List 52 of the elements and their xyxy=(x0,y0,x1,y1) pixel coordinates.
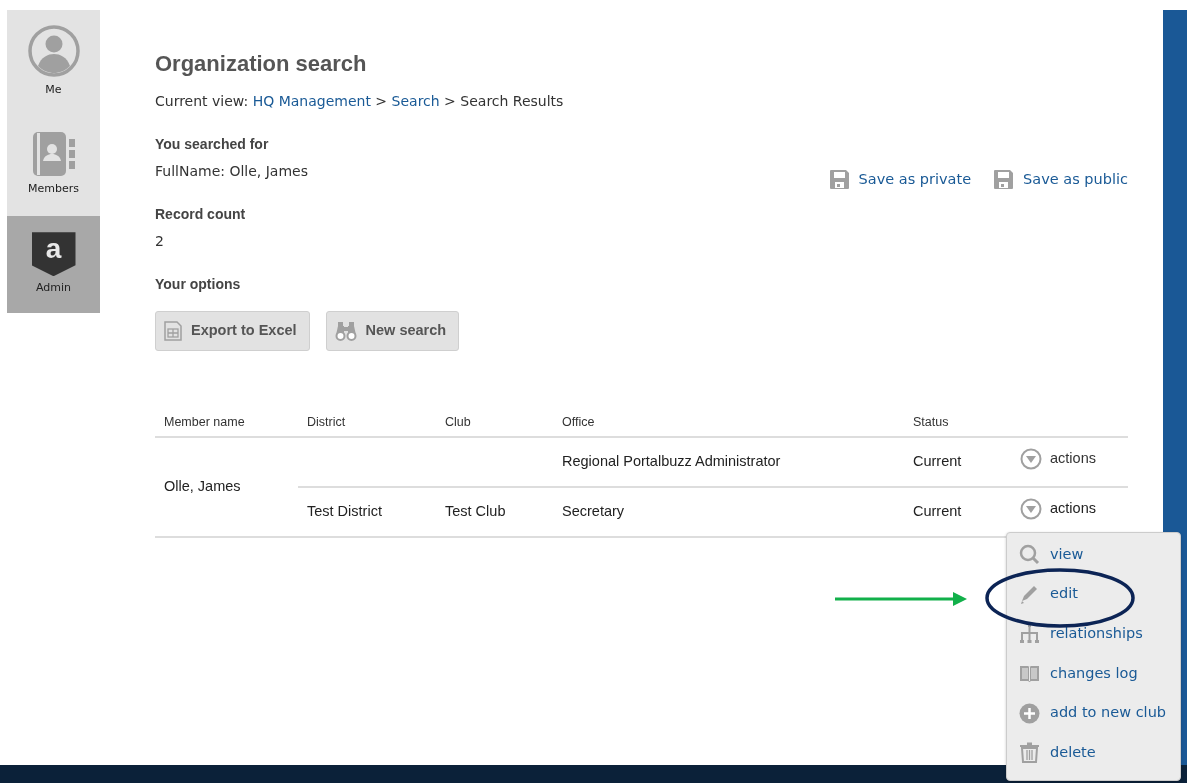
member-name: Olle, James xyxy=(164,478,241,494)
breadcrumb: Current view: HQ Management > Search > Search Results xyxy=(155,92,565,112)
menu-item[interactable]: delete xyxy=(1007,732,1180,773)
breadcrumb-current: Search Results xyxy=(460,93,564,110)
dropdown-circle-icon xyxy=(1020,497,1042,520)
binoculars-icon xyxy=(334,321,357,342)
actions-link[interactable]: actions xyxy=(1020,447,1128,470)
office: Regional Portalbuzz Administrator xyxy=(562,453,781,469)
page-title: Organization search xyxy=(155,51,368,78)
section-label: You searched for xyxy=(155,135,270,155)
column-header: Club xyxy=(436,413,553,437)
menu-item[interactable]: add to new club xyxy=(1007,693,1180,733)
actions-link[interactable]: actions xyxy=(1020,497,1128,520)
trash-icon xyxy=(1019,742,1040,764)
menu-item[interactable]: changes log xyxy=(1007,653,1180,694)
person-icon xyxy=(26,24,81,79)
breadcrumb-link[interactable]: Search xyxy=(391,93,440,110)
new-search-button[interactable]: New search xyxy=(325,311,460,352)
status: Current xyxy=(913,453,962,469)
plus-circle-icon xyxy=(1019,702,1040,724)
column-header: Member name xyxy=(155,413,298,437)
sidebar-label: Members xyxy=(28,181,79,198)
breadcrumb-link[interactable]: HQ Management xyxy=(252,93,371,110)
pencil-icon xyxy=(1019,583,1040,605)
sidebar-item[interactable]: Members xyxy=(7,113,100,216)
menu-item[interactable]: view xyxy=(1007,534,1180,575)
sidebar-item[interactable]: a Admin xyxy=(7,216,100,313)
record-count: 2 xyxy=(155,232,165,252)
menu-item[interactable]: relationships xyxy=(1007,614,1180,654)
menu-item[interactable]: edit xyxy=(1007,574,1180,615)
office: Secretary xyxy=(562,503,625,519)
search-criteria: FullName: Olle, James xyxy=(155,163,308,180)
dropdown-circle-icon xyxy=(1020,447,1042,470)
section-label: Record count xyxy=(155,205,247,225)
save-link[interactable]: Save as public xyxy=(993,168,1128,191)
export-button[interactable]: Export to Excel xyxy=(155,311,310,352)
section-label: Your options xyxy=(155,275,242,295)
sidebar-item[interactable]: Me xyxy=(7,10,100,113)
district: Test District xyxy=(307,503,382,519)
magnifier-icon xyxy=(1019,544,1040,566)
hierarchy-icon xyxy=(1019,623,1040,645)
status: Current xyxy=(913,503,962,519)
column-header: Office xyxy=(553,413,904,437)
spreadsheet-icon xyxy=(164,321,182,342)
admin-badge-icon: a xyxy=(31,232,76,277)
save-link[interactable]: Save as private xyxy=(828,168,972,191)
address-book-icon xyxy=(31,131,76,178)
column-header: District xyxy=(298,413,436,437)
club: Test Club xyxy=(445,503,506,519)
sidebar-label: Admin xyxy=(35,280,72,297)
sidebar-label: Me xyxy=(45,82,62,99)
column-header: Status xyxy=(904,413,1011,437)
